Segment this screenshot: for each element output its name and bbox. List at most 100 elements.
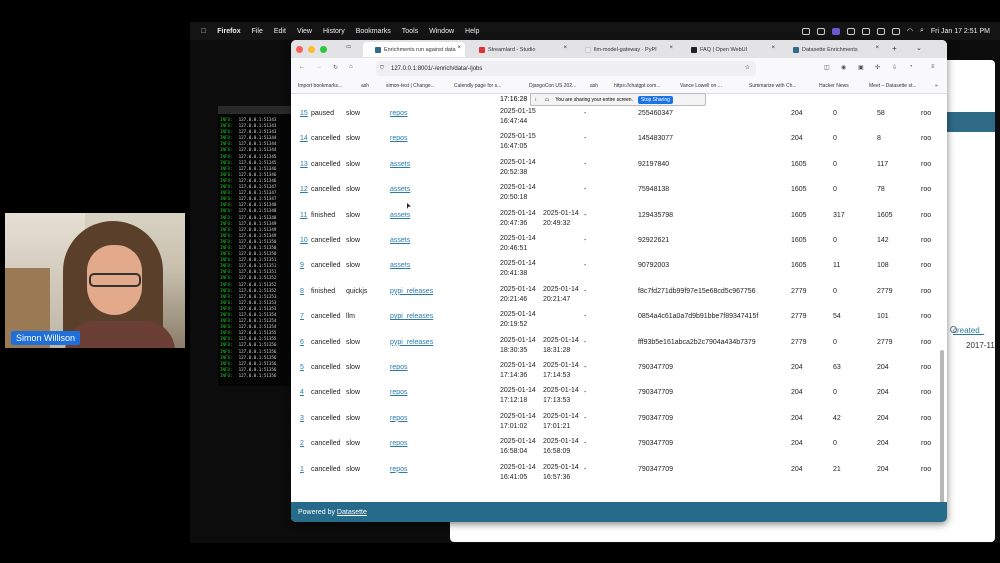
forward-icon[interactable]: → bbox=[316, 64, 322, 70]
extension-icon[interactable]: ◉ bbox=[841, 64, 846, 71]
menu-window[interactable]: Window bbox=[429, 28, 454, 35]
job-table-link[interactable]: assets bbox=[390, 262, 410, 269]
drag-handle-icon[interactable]: ⁝ bbox=[535, 97, 537, 103]
screen-share-icon[interactable] bbox=[831, 27, 840, 35]
bookmark-item[interactable]: Vance Lowell on ... bbox=[680, 83, 722, 89]
job-table-link[interactable]: pypi_releases bbox=[390, 339, 433, 346]
job-id-link[interactable]: 9 bbox=[300, 262, 304, 269]
status-app-icon[interactable] bbox=[801, 27, 810, 35]
job-id-link[interactable]: 4 bbox=[300, 389, 304, 396]
extensions-puzzle-icon[interactable]: ✣ bbox=[875, 64, 880, 71]
close-tab-icon[interactable]: × bbox=[669, 45, 673, 51]
search-icon[interactable]: ⌕ bbox=[920, 27, 924, 35]
job-table-link[interactable]: assets bbox=[390, 237, 410, 244]
job-table-link[interactable]: pypi_releases bbox=[390, 288, 433, 295]
menu-edit[interactable]: Edit bbox=[274, 28, 286, 35]
new-tab-icon[interactable]: + bbox=[892, 44, 897, 53]
job-id-link[interactable]: 13 bbox=[300, 161, 308, 168]
close-tab-icon[interactable]: × bbox=[563, 45, 567, 51]
datasette-link[interactable]: Datasette bbox=[337, 509, 367, 516]
job-id-link[interactable]: 1 bbox=[300, 466, 304, 473]
menu-icon[interactable]: ≡ bbox=[931, 64, 935, 70]
job-table-link[interactable]: pypi_releases bbox=[390, 313, 433, 320]
menu-bookmarks[interactable]: Bookmarks bbox=[356, 28, 391, 35]
tab-datasette-enrichments[interactable]: Datasette Enrichments × bbox=[781, 42, 883, 57]
job-id-link[interactable]: 6 bbox=[300, 339, 304, 346]
tab-pypi[interactable]: llm-model-gateway · PyPI × bbox=[573, 42, 677, 57]
download-icon[interactable]: ⇩ bbox=[892, 64, 897, 71]
job-id-link[interactable]: 14 bbox=[300, 135, 308, 142]
job-id-link[interactable]: 11 bbox=[300, 212, 307, 219]
sidebar-icon[interactable]: ▭ bbox=[346, 44, 351, 50]
job-id-link[interactable]: 2 bbox=[300, 440, 304, 447]
bookmark-item[interactable]: Meet – Datasette st... bbox=[869, 83, 917, 89]
job-table-link[interactable]: repos bbox=[390, 389, 408, 396]
job-id-link[interactable]: 15 bbox=[300, 110, 308, 117]
job-table-link[interactable]: assets bbox=[390, 186, 410, 193]
shield-icon[interactable]: ⛉ bbox=[380, 65, 384, 71]
column-header-created[interactable]: created_ bbox=[953, 326, 984, 335]
clock[interactable]: Fri Jan 17 2:51 PM bbox=[931, 28, 990, 35]
menu-tools[interactable]: Tools bbox=[402, 28, 418, 35]
pocket-icon[interactable]: ◫ bbox=[824, 64, 830, 71]
bookmark-item[interactable]: ash bbox=[590, 83, 598, 89]
close-tab-icon[interactable]: × bbox=[457, 45, 461, 51]
bookmark-star-icon[interactable]: ☆ bbox=[745, 64, 750, 71]
account-icon[interactable]: ◔ bbox=[909, 64, 913, 70]
bookmark-item[interactable]: DjangoCon US 202... bbox=[529, 83, 576, 89]
job-table-link[interactable]: repos bbox=[390, 415, 408, 422]
job-id-link[interactable]: 10 bbox=[300, 237, 308, 244]
job-table-link[interactable]: assets bbox=[390, 212, 410, 219]
close-window-icon[interactable] bbox=[296, 45, 303, 53]
job-id-link[interactable]: 12 bbox=[300, 186, 308, 193]
menu-view[interactable]: View bbox=[297, 28, 312, 35]
url-text[interactable]: 127.0.0.1:8001/-/enrich/data/-/jobs bbox=[391, 66, 482, 72]
menu-firefox[interactable]: Firefox bbox=[217, 28, 240, 35]
tab-enrichments[interactable]: Enrichments run against data × bbox=[363, 42, 465, 57]
menu-history[interactable]: History bbox=[323, 28, 345, 35]
status-app-icon[interactable] bbox=[876, 27, 885, 35]
extension-icon[interactable]: ▣ bbox=[858, 64, 864, 71]
job-table-link[interactable]: repos bbox=[390, 135, 408, 142]
home-icon[interactable]: ⌂ bbox=[349, 64, 353, 70]
stop-sharing-button[interactable]: Stop Sharing bbox=[637, 95, 673, 104]
job-table-link[interactable]: assets bbox=[390, 161, 410, 168]
menu-help[interactable]: Help bbox=[465, 28, 479, 35]
bookmark-item[interactable]: Summarize with Ch... bbox=[749, 83, 797, 89]
status-app-icon[interactable] bbox=[816, 27, 825, 35]
status-app-icon[interactable] bbox=[861, 27, 870, 35]
battery-icon[interactable] bbox=[891, 27, 900, 35]
tab-streamlard[interactable]: Streamlard - Studio × bbox=[467, 42, 571, 57]
job-id-link[interactable]: 3 bbox=[300, 415, 304, 422]
back-icon[interactable]: ← bbox=[299, 64, 305, 70]
tab-list-chevron-icon[interactable]: ⌄ bbox=[916, 44, 922, 52]
job-id-link[interactable]: 5 bbox=[300, 364, 304, 371]
tab-open-webui[interactable]: FAQ | Open WebUI × bbox=[679, 42, 779, 57]
close-tab-icon[interactable]: × bbox=[771, 45, 775, 51]
job-table-link[interactable]: repos bbox=[390, 440, 408, 447]
apple-menu-icon[interactable]:  bbox=[201, 28, 206, 35]
status-app-icon[interactable] bbox=[846, 27, 855, 35]
close-tab-icon[interactable]: × bbox=[875, 45, 879, 51]
bookmark-item[interactable]: Import bookmarks... bbox=[298, 83, 342, 89]
bookmarks-overflow-icon[interactable]: » bbox=[935, 83, 938, 89]
job-table-link[interactable]: repos bbox=[390, 110, 408, 117]
bookmark-item[interactable]: https://chatgpt.com... bbox=[614, 83, 660, 89]
reload-icon[interactable]: ↻ bbox=[333, 64, 338, 71]
address-bar[interactable]: ⛉ 127.0.0.1:8001/-/enrich/data/-/jobs ☆ bbox=[376, 61, 756, 76]
firefox-window[interactable]: ▭ Enrichments run against data × Streaml… bbox=[291, 40, 947, 522]
zoom-window-icon[interactable] bbox=[320, 45, 327, 53]
minimize-window-icon[interactable] bbox=[308, 45, 315, 53]
bookmark-item[interactable]: simon-test | Change... bbox=[386, 83, 435, 89]
job-id-link[interactable]: 7 bbox=[300, 313, 304, 320]
terminal-window[interactable]: INFO: 127.0.0.1:51343 INFO: 127.0.0.1:51343… bbox=[218, 106, 298, 386]
bookmark-item[interactable]: Calendly page for s... bbox=[454, 83, 501, 89]
bookmark-item[interactable]: ash bbox=[361, 83, 369, 89]
menu-file[interactable]: File bbox=[252, 28, 263, 35]
vertical-scrollbar[interactable] bbox=[940, 350, 944, 502]
job-table-link[interactable]: repos bbox=[390, 364, 408, 371]
job-id-link[interactable]: 8 bbox=[300, 288, 304, 295]
bookmark-item[interactable]: Hacker News bbox=[819, 83, 849, 89]
wifi-icon[interactable]: ◠ bbox=[907, 27, 913, 35]
job-table-link[interactable]: repos bbox=[390, 466, 408, 473]
